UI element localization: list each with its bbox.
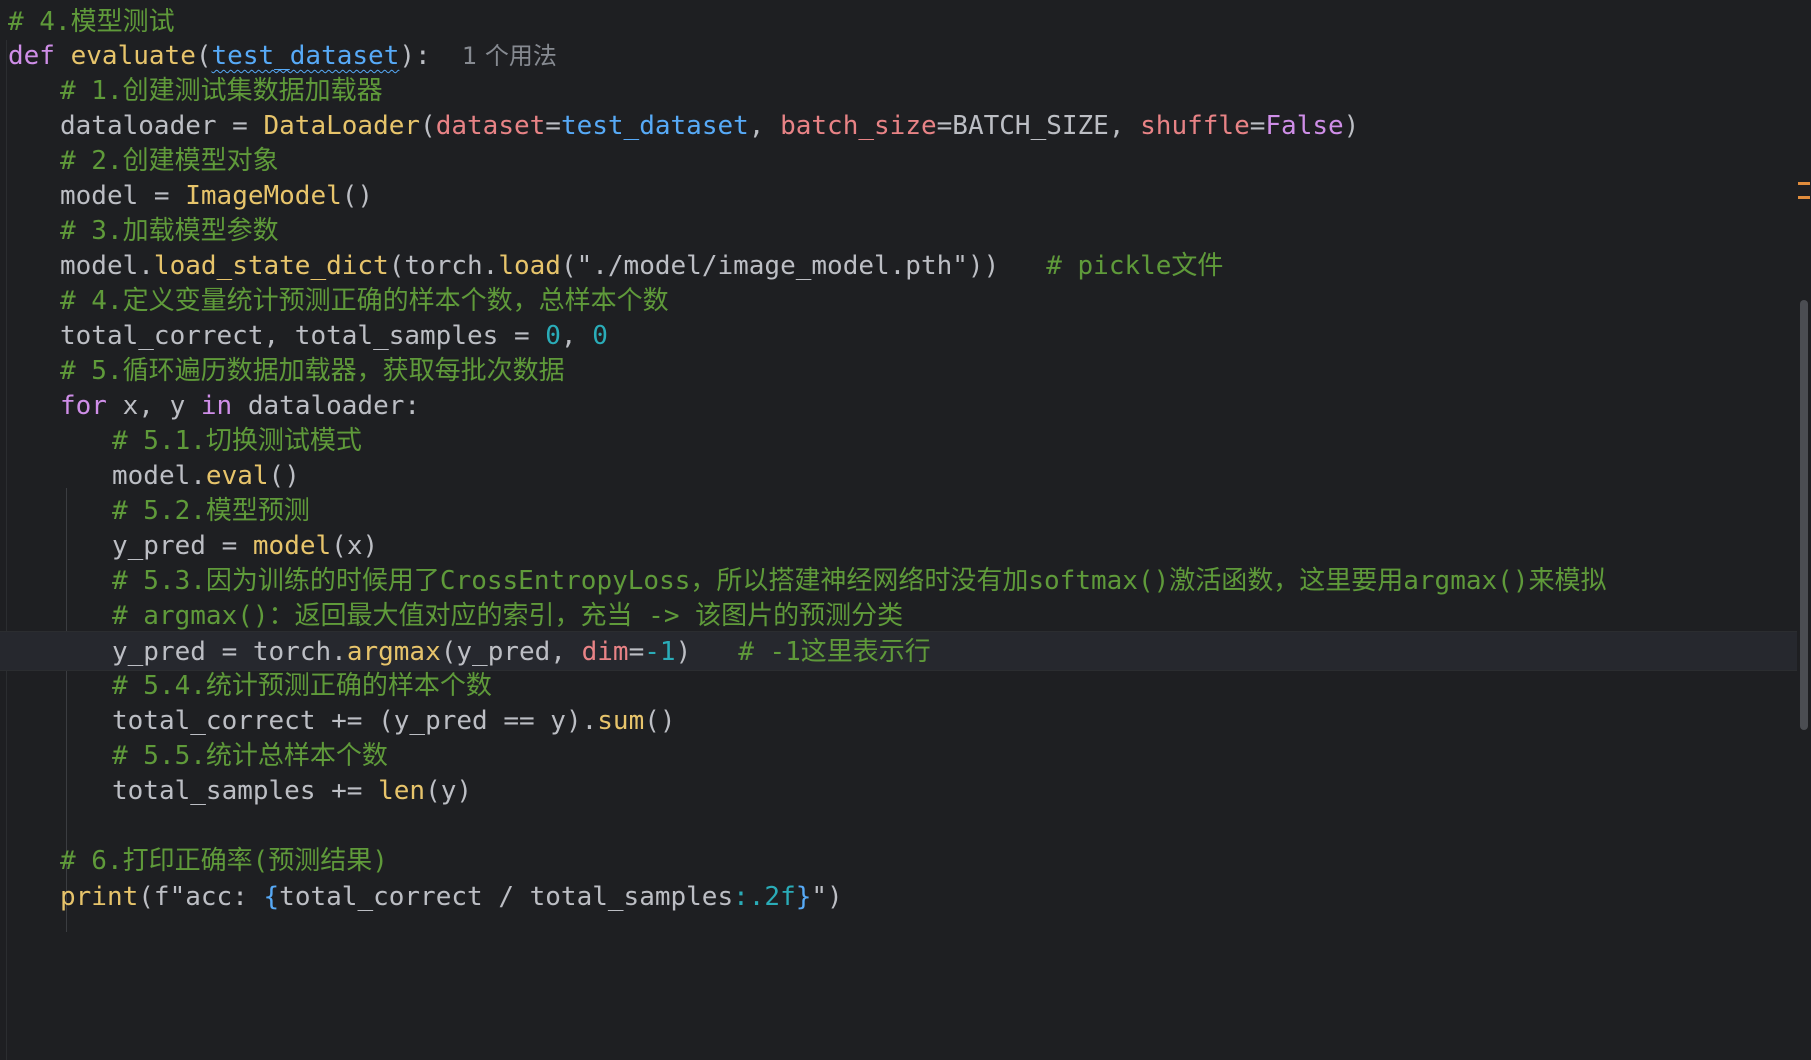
code-line-16[interactable]: y_pred = model(x): [0, 526, 1800, 566]
variable: dataloader =: [60, 111, 264, 141]
comment: # 5.3.因为训练的时候用了CrossEntropyLoss，所以搭建神经网络…: [112, 566, 1607, 596]
code-line-21[interactable]: total_correct += (y_pred == y).sum(): [0, 701, 1800, 741]
parameter: test_dataset: [211, 41, 400, 71]
argument: BATCH_SIZE: [952, 111, 1109, 141]
code-line-18[interactable]: # argmax()：返回最大值对应的索引，充当 -> 该图片的预测分类: [0, 596, 1800, 636]
vertical-scrollbar[interactable]: [1797, 0, 1811, 1060]
method-name: eval: [205, 461, 269, 491]
comment: # 1.创建测试集数据加载器: [60, 76, 383, 106]
identifier: total_samples +=: [112, 776, 379, 806]
comment: # 5.循环遍历数据加载器，获取每批次数据: [60, 356, 565, 386]
comment: # pickle文件: [1046, 251, 1224, 281]
comment: # 6.打印正确率(预测结果): [60, 846, 388, 876]
warning-marker[interactable]: [1798, 182, 1810, 185]
code-line-22[interactable]: # 5.5.统计总样本个数: [0, 736, 1800, 776]
kwarg: dataset: [435, 111, 546, 141]
comment: # 4.模型测试: [8, 7, 175, 37]
code-line-20[interactable]: # 5.4.统计预测正确的样本个数: [0, 666, 1800, 706]
method-name: argmax: [346, 637, 441, 667]
identifier: total_correct += (y_pred == y).: [112, 706, 598, 736]
builtin-function: print: [60, 882, 139, 912]
identifier: model.: [60, 251, 154, 281]
class-name: DataLoader: [263, 111, 421, 141]
code-line-6[interactable]: model = ImageModel(): [0, 176, 1800, 216]
code-line-8[interactable]: model.load_state_dict(torch.load("./mode…: [0, 246, 1800, 286]
scrollbar-thumb[interactable]: [1800, 300, 1808, 730]
code-line-10[interactable]: total_correct, total_samples = 0, 0: [0, 316, 1800, 356]
keyword-for: for: [60, 391, 107, 421]
code-line-11[interactable]: # 5.循环遍历数据加载器，获取每批次数据: [0, 351, 1800, 391]
string-literal: (f"acc:: [138, 882, 264, 912]
variable: total_correct, total_samples =: [60, 321, 546, 351]
comment: # 5.2.模型预测: [112, 496, 310, 526]
boolean: False: [1265, 111, 1344, 141]
function-call: model: [252, 531, 332, 561]
comment: # 5.4.统计预测正确的样本个数: [112, 671, 492, 701]
fstring-expression: total_correct / total_samples: [279, 882, 734, 912]
string-literal: "): [811, 882, 843, 912]
code-editor[interactable]: # 4.模型测试 def evaluate(test_dataset): 1 个…: [0, 0, 1811, 1060]
identifier: y_pred =: [112, 531, 253, 561]
keyword-in: in: [200, 391, 233, 421]
code-line-13[interactable]: # 5.1.切换测试模式: [0, 421, 1800, 461]
code-line-12[interactable]: for x, y in dataloader:: [0, 386, 1800, 426]
code-line-25[interactable]: # 6.打印正确率(预测结果): [0, 841, 1800, 881]
code-line-14[interactable]: model.eval(): [0, 456, 1800, 496]
variable: model =: [60, 181, 186, 211]
method-name: load: [498, 251, 561, 281]
code-line-4[interactable]: dataloader = DataLoader(dataset=test_dat…: [0, 106, 1800, 146]
string-literal: ("./model/image_model.pth")): [560, 251, 1000, 281]
kwarg: shuffle: [1140, 111, 1250, 141]
warning-marker[interactable]: [1798, 196, 1810, 199]
comment: # 5.1.切换测试模式: [112, 426, 362, 456]
code-line-3[interactable]: # 1.创建测试集数据加载器: [0, 71, 1800, 111]
keyword-def: def: [8, 41, 55, 71]
number: -1: [644, 637, 676, 667]
comment: # 4.定义变量统计预测正确的样本个数，总样本个数: [60, 286, 669, 316]
code-line-2[interactable]: def evaluate(test_dataset): 1 个用法: [0, 36, 1800, 76]
comment: # 2.创建模型对象: [60, 146, 279, 176]
code-line-5[interactable]: # 2.创建模型对象: [0, 141, 1800, 181]
code-line-7[interactable]: # 3.加载模型参数: [0, 211, 1800, 251]
kwarg: dim: [581, 637, 629, 667]
kwarg: batch_size: [780, 111, 937, 141]
code-line-17[interactable]: # 5.3.因为训练的时候用了CrossEntropyLoss，所以搭建神经网络…: [0, 561, 1800, 601]
method-name: load_state_dict: [153, 251, 389, 281]
comment: # argmax()：返回最大值对应的索引，充当 -> 该图片的预测分类: [112, 601, 904, 631]
builtin-function: len: [378, 776, 426, 806]
code-line-15[interactable]: # 5.2.模型预测: [0, 491, 1800, 531]
comment: # -1这里表示行: [738, 637, 931, 667]
identifier: (torch.: [388, 251, 499, 281]
code-line-19-current[interactable]: y_pred = torch.argmax(y_pred, dim=-1) # …: [0, 631, 1800, 671]
argument: test_dataset: [560, 111, 749, 141]
method-name: sum: [597, 706, 645, 736]
format-spec: :.2f: [733, 882, 796, 912]
comment: # 5.5.统计总样本个数: [112, 741, 388, 771]
code-line-9[interactable]: # 4.定义变量统计预测正确的样本个数，总样本个数: [0, 281, 1800, 321]
identifier: dataloader:: [232, 391, 421, 421]
identifier: (y): [425, 776, 473, 806]
class-name: ImageModel: [185, 181, 342, 211]
code-line-26[interactable]: print(f"acc: {total_correct / total_samp…: [0, 877, 1800, 917]
comment: # 3.加载模型参数: [60, 216, 279, 246]
identifier: model.: [112, 461, 206, 491]
code-line-23[interactable]: total_samples += len(y): [0, 771, 1800, 811]
function-name: evaluate: [70, 41, 196, 71]
number: 0: [545, 321, 561, 351]
identifier: (x): [331, 531, 379, 561]
identifier: (y_pred,: [440, 637, 582, 667]
identifier: x, y: [106, 391, 201, 421]
identifier: y_pred = torch.: [112, 637, 347, 667]
usage-hint[interactable]: 1 个用法: [462, 42, 557, 70]
number: 0: [592, 321, 608, 351]
